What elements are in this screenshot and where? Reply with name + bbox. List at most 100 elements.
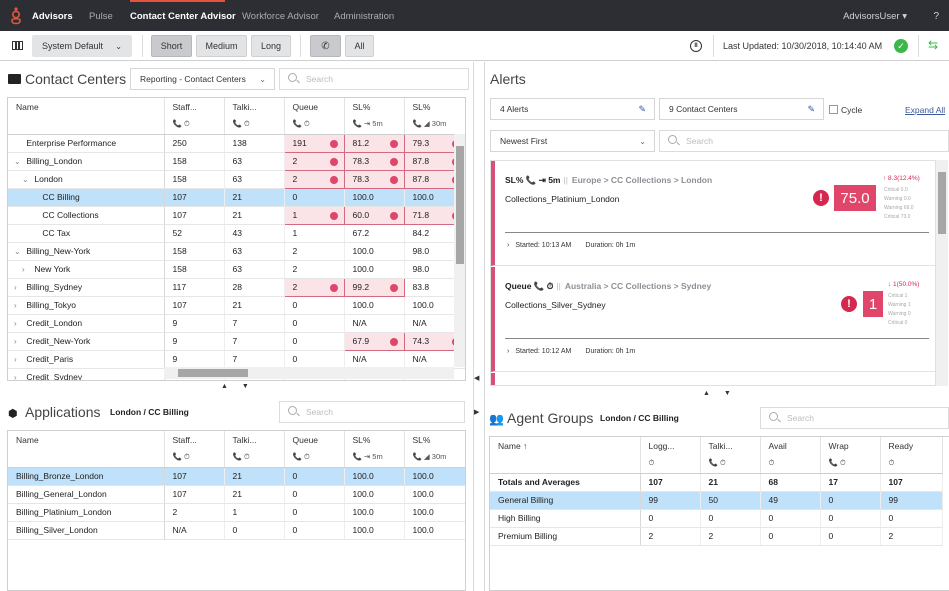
- nav-contact-center-advisor[interactable]: Contact Center Advisor: [130, 11, 236, 22]
- alert-meta[interactable]: › Started: 10:13 AM Duration: 0h 1m: [507, 242, 649, 249]
- column-header[interactable]: Staff... 📞 ⏱: [164, 431, 225, 468]
- chevron-right-icon[interactable]: ›: [507, 242, 509, 249]
- column-header[interactable]: Ready ⏱: [880, 437, 943, 474]
- scrollbar-thumb[interactable]: [938, 172, 946, 234]
- table-row[interactable]: Enterprise Performance 250 138 191 81.2 79.3: [8, 133, 465, 153]
- table-row[interactable]: CC Collections 107 21 1 60.0 71.8: [8, 205, 465, 225]
- scrollbar-thumb[interactable]: [456, 146, 464, 264]
- column-header[interactable]: SL% 📞 ⇥ 5m: [344, 431, 405, 468]
- expand-toggle-icon[interactable]: ›: [14, 283, 24, 292]
- column-header-icons: ⏱: [648, 458, 655, 467]
- expand-toggle-icon[interactable]: ⌄: [14, 247, 24, 256]
- table-row[interactable]: ⌄ Billing_London 158 63 2 78.3 87.8: [8, 151, 465, 171]
- expand-toggle-icon[interactable]: ›: [14, 355, 24, 364]
- cell-value: 100.0: [352, 192, 374, 202]
- medium-button[interactable]: Medium: [196, 35, 247, 57]
- help-icon[interactable]: ?: [933, 11, 939, 22]
- table-row[interactable]: General Billing 99 50 49 0 99: [490, 491, 943, 510]
- expand-toggle-icon[interactable]: ⌄: [22, 175, 32, 184]
- alert-card[interactable]: [491, 373, 935, 385]
- cycle-checkbox[interactable]: [829, 105, 838, 114]
- table-row[interactable]: › Credit_London 9 7 0 N/A N/A: [8, 314, 465, 333]
- expand-toggle-icon[interactable]: ›: [14, 319, 24, 328]
- alert-meta[interactable]: › Started: 10:12 AM Duration: 0h 1m: [507, 348, 649, 355]
- table-row[interactable]: › Billing_Tokyo 107 21 0 100.0 100.0: [8, 296, 465, 315]
- alert-card[interactable]: SL% 📞 ⇥ 5m || Europe > CC Collections > Lo…: [491, 161, 935, 266]
- pause-icon[interactable]: II: [690, 40, 702, 52]
- nav-administration[interactable]: Administration: [334, 11, 394, 22]
- sort-select[interactable]: Newest First ⌄: [490, 130, 655, 152]
- expand-panel-icon[interactable]: ▶: [474, 408, 479, 416]
- table-row[interactable]: › Billing_Sydney 117 28 2 99.2 83.8: [8, 277, 465, 297]
- scrollbar-thumb[interactable]: [178, 369, 248, 377]
- table-row[interactable]: › Credit_New-York 9 7 0 67.9 74.3: [8, 331, 465, 351]
- agent-groups-search[interactable]: Search: [760, 407, 949, 429]
- layout-select[interactable]: System Default ⌄: [32, 35, 132, 57]
- column-header[interactable]: Wrap 📞 ⏱: [820, 437, 881, 474]
- column-header[interactable]: SL% 📞 ⇥ 5m: [344, 98, 405, 135]
- vertical-scrollbar[interactable]: [454, 134, 465, 367]
- expand-toggle-icon[interactable]: ›: [14, 301, 24, 310]
- table-row[interactable]: Billing_General_London 107 21 0 100.0 100.0: [8, 485, 465, 504]
- table-row[interactable]: › Credit_Paris 9 7 0 N/A N/A: [8, 350, 465, 369]
- column-header[interactable]: Avail ⏱: [760, 437, 821, 474]
- alerts-search[interactable]: Search: [659, 130, 949, 152]
- alerts-scrollbar[interactable]: [936, 160, 948, 386]
- table-row[interactable]: Premium Billing 2 2 0 0 2: [490, 527, 943, 546]
- short-button[interactable]: Short: [151, 35, 192, 57]
- alert-card[interactable]: Queue 📞 ⏱ || Australia > CC Collections > …: [491, 267, 935, 372]
- column-header[interactable]: Queue 📞 ⏱: [284, 431, 345, 468]
- swap-arrows-icon[interactable]: ⇆: [928, 38, 938, 52]
- column-header[interactable]: Name ↑: [490, 437, 641, 474]
- column-header-icons: 📞 ⏱: [232, 119, 250, 128]
- long-button[interactable]: Long: [251, 35, 291, 57]
- expand-toggle-icon[interactable]: ›: [22, 265, 32, 274]
- brand-label[interactable]: Advisors: [32, 11, 73, 22]
- column-header[interactable]: Name: [8, 431, 165, 468]
- alert-filter[interactable]: 4 Alerts ✎: [490, 98, 655, 120]
- table-row[interactable]: High Billing 0 0 0 0 0: [490, 509, 943, 528]
- table-row[interactable]: Billing_Silver_London N/A 0 0 100.0 100.0: [8, 521, 465, 540]
- collapse-panel-icon[interactable]: ◀: [474, 374, 479, 382]
- applications-search[interactable]: Search: [279, 401, 465, 423]
- table-row[interactable]: CC Tax 52 43 1 67.2 84.2: [8, 224, 465, 243]
- edit-pencil-icon[interactable]: ✎: [807, 104, 815, 115]
- column-header[interactable]: Talki... 📞 ⏱: [224, 98, 285, 135]
- expand-all-link[interactable]: Expand All: [905, 105, 945, 115]
- table-row[interactable]: Totals and Averages 107 21 68 17 107: [490, 473, 943, 492]
- expand-toggle-icon[interactable]: ›: [14, 373, 24, 380]
- edit-pencil-icon[interactable]: ✎: [638, 104, 646, 115]
- table-row[interactable]: ⌄ Billing_New-York 158 63 2 100.0 98.0: [8, 242, 465, 261]
- nav-workforce-advisor[interactable]: Workforce Advisor: [242, 11, 319, 22]
- column-header[interactable]: Talki... 📞 ⏱: [224, 431, 285, 468]
- voice-media-button[interactable]: ✆: [310, 35, 341, 57]
- expand-toggle-icon[interactable]: ›: [14, 337, 24, 346]
- splitter-arrows[interactable]: ▲▼: [221, 383, 263, 390]
- alerts-list: SL% 📞 ⇥ 5m || Europe > CC Collections > Lo…: [490, 160, 936, 386]
- table-row[interactable]: CC Billing 107 21 0 100.0 100.0: [8, 188, 465, 207]
- contact-center-filter[interactable]: 9 Contact Centers ✎: [659, 98, 824, 120]
- table-row[interactable]: Billing_Bronze_London 107 21 0 100.0 100.0: [8, 467, 465, 486]
- contact-centers-search[interactable]: Search: [279, 68, 469, 90]
- alert-duration: Duration: 0h 1m: [585, 242, 636, 249]
- grouping-select[interactable]: Reporting - Contact Centers ⌄: [130, 68, 275, 90]
- column-header[interactable]: Name: [8, 98, 165, 135]
- expand-toggle-icon[interactable]: ⌄: [14, 157, 24, 166]
- table-row[interactable]: ⌄ London 158 63 2 78.3 87.8: [8, 169, 465, 189]
- column-header[interactable]: SL% 📞 ◢ 30m: [404, 98, 465, 135]
- cell-value: 0: [232, 525, 238, 535]
- columns-icon[interactable]: [12, 41, 23, 50]
- horizontal-scrollbar[interactable]: [164, 367, 454, 379]
- column-header[interactable]: Staff... 📞 ⏱: [164, 98, 225, 135]
- splitter-arrows[interactable]: ▲▼: [703, 390, 745, 397]
- all-media-button[interactable]: All: [345, 35, 374, 57]
- column-header[interactable]: Queue 📞 ⏱: [284, 98, 345, 135]
- user-menu[interactable]: AdvisorsUser ▾: [843, 11, 907, 22]
- chevron-right-icon[interactable]: ›: [507, 348, 509, 355]
- column-header[interactable]: SL% 📞 ◢ 30m: [404, 431, 465, 468]
- column-header[interactable]: Logg... ⏱: [640, 437, 701, 474]
- column-header[interactable]: Talki... 📞 ⏱: [700, 437, 761, 474]
- table-row[interactable]: › New York 158 63 2 100.0 98.0: [8, 260, 465, 279]
- table-row[interactable]: Billing_Platinium_London 2 1 0 100.0 100.0: [8, 503, 465, 522]
- nav-pulse[interactable]: Pulse: [89, 11, 113, 22]
